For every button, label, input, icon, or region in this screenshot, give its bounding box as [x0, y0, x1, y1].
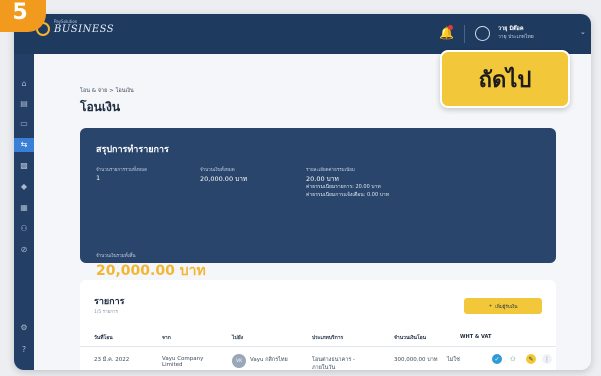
step-badge: 5: [0, 0, 46, 32]
row-service: โอนต่างธนาคาร - ภายในวัน: [312, 357, 356, 370]
header-from[interactable]: จาก: [162, 334, 171, 342]
check-icon[interactable]: ✓: [492, 354, 502, 364]
row-amount: 300,000.00 บาท: [394, 357, 438, 363]
total-value: 20,000.00 บาท: [96, 263, 206, 279]
settings-icon[interactable]: ⚙: [18, 322, 30, 334]
count-value: 1: [96, 174, 101, 182]
page-title: โอนเงิน: [80, 100, 121, 114]
user-role: วายุ ประเภทไทย: [498, 34, 534, 40]
sidebar: ⌂ ▤ ▭ ⇆ ▩ ◆ ▦ ⚇ ⊘ ⚙ ?: [14, 54, 34, 370]
fee-line-2: ค่าธรรมเนียมการแจ้งเตือน: 0.00 บาท: [306, 192, 389, 198]
count-label: จำนวนรายการรวมทั้งหมด: [96, 168, 148, 173]
chevron-down-icon[interactable]: ⌄: [580, 28, 586, 36]
total-label: จำนวนเงินรวมทั้งสิ้น: [96, 254, 136, 259]
user-name[interactable]: วายุ มิต๊อค: [498, 25, 524, 33]
user-avatar-icon[interactable]: [475, 26, 490, 41]
row-to: Vayu กสิกรไทย: [250, 357, 288, 363]
header-to[interactable]: ไปยัง: [232, 334, 243, 342]
person-icon[interactable]: ⚇: [508, 354, 518, 364]
table-divider: [80, 346, 556, 347]
header-service[interactable]: ประเภทบริการ: [312, 334, 343, 342]
home-icon[interactable]: ⌂: [18, 78, 30, 90]
document-icon[interactable]: ▤: [18, 98, 30, 110]
wallet-icon[interactable]: ▩: [18, 160, 30, 172]
more-icon[interactable]: ⋮: [542, 354, 552, 364]
tag-icon[interactable]: ◆: [18, 181, 30, 193]
header-date[interactable]: วันที่โอน: [94, 334, 113, 342]
block-icon[interactable]: ⊘: [18, 244, 30, 256]
app-logo[interactable]: PaySolution BUSINESS: [36, 19, 115, 36]
notification-bell-icon[interactable]: 🔔: [439, 25, 454, 40]
help-icon[interactable]: ?: [18, 344, 30, 356]
users-icon[interactable]: ⚇: [18, 223, 30, 235]
breadcrumb[interactable]: โอน & จ่าย > โอนเงิน: [80, 87, 134, 95]
next-button[interactable]: ถัดไป: [440, 50, 570, 108]
transfer-icon[interactable]: ⇆: [18, 139, 30, 151]
add-payee-button[interactable]: + เพิ่มผู้รับเงิน: [464, 298, 542, 314]
fee-line-1: ค่าธรรมเนียมรายการ: 20.00 บาท: [306, 184, 381, 190]
amount-value: 20,000.00 บาท: [200, 175, 248, 183]
row-from: Vayu Company Limited: [162, 356, 204, 368]
add-payee-label: เพิ่มผู้รับเงิน: [495, 304, 518, 310]
list-subtitle: 1/5 รายการ: [94, 310, 118, 315]
summary-title: สรุปการทำรายการ: [96, 145, 169, 155]
edit-icon[interactable]: ✎: [526, 354, 536, 364]
transaction-list-card: รายการ 1/5 รายการ + เพิ่มผู้รับเงิน วันท…: [80, 280, 556, 370]
card-icon[interactable]: ▭: [18, 118, 30, 130]
summary-card: สรุปการทำรายการ จำนวนรายการรวมทั้งหมด 1 …: [80, 128, 556, 279]
logo-text: BUSINESS: [54, 23, 115, 35]
row-date: 23 มี.ค. 2022: [94, 357, 130, 363]
notification-dot: [448, 25, 453, 30]
fee-label: รายละเอียดค่าธรรมเนียม: [306, 168, 355, 173]
header-amount[interactable]: จำนวนเงินโอน: [394, 334, 426, 342]
row-wht: ไม่ใช่: [447, 357, 460, 363]
report-icon[interactable]: ▦: [18, 202, 30, 214]
top-bar: PaySolution BUSINESS 🔔 วายุ มิต๊อค วายุ …: [14, 14, 591, 54]
header-wht-vat[interactable]: WHT & VAT: [460, 334, 491, 340]
logo-sub: PaySolution: [54, 19, 78, 24]
topbar-divider: [464, 25, 465, 43]
payee-avatar: VK: [232, 354, 246, 368]
list-title: รายการ: [94, 297, 125, 307]
plus-icon: +: [488, 303, 493, 309]
amount-label: จำนวนเงินทั้งหมด: [200, 168, 235, 173]
